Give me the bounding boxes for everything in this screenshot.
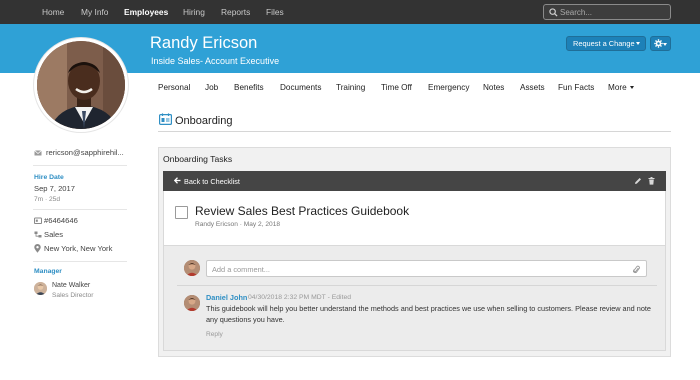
comment-author[interactable]: Daniel John: [206, 293, 247, 302]
comment-input[interactable]: [212, 263, 622, 275]
manager-title: Sales Director: [52, 292, 94, 299]
request-change-button[interactable]: Request a Change: [566, 36, 646, 51]
employee-email[interactable]: rericson@sapphirehil...: [46, 148, 124, 157]
search-input[interactable]: [560, 6, 666, 19]
nav-my-info[interactable]: My Info: [81, 0, 108, 24]
back-to-checklist-link[interactable]: Back to Checklist: [184, 177, 240, 186]
tab-fun-facts[interactable]: Fun Facts: [558, 83, 594, 92]
employee-location: New York, New York: [44, 244, 113, 253]
reply-link[interactable]: Reply: [206, 331, 223, 338]
person-photo: [34, 282, 47, 295]
tab-emergency[interactable]: Emergency: [428, 83, 469, 92]
chevron-down-icon: [636, 42, 640, 45]
employee-name: Randy Ericson: [150, 34, 258, 52]
tab-training[interactable]: Training: [336, 83, 365, 92]
sidebar-divider: [33, 209, 127, 210]
panel-title: Onboarding Tasks: [163, 154, 233, 164]
paperclip-icon[interactable]: [633, 265, 640, 274]
search-box[interactable]: [543, 4, 671, 20]
search-icon: [549, 8, 558, 17]
person-photo: [37, 41, 125, 129]
chevron-down-icon: [663, 43, 667, 46]
nav-reports[interactable]: Reports: [221, 0, 250, 24]
arrow-left-icon[interactable]: [174, 177, 181, 184]
nav-home[interactable]: Home: [42, 0, 64, 24]
tab-job[interactable]: Job: [205, 83, 218, 92]
request-change-label: Request a Change: [573, 39, 635, 48]
task-title: Review Sales Best Practices Guidebook: [195, 204, 410, 218]
task-complete-checkbox[interactable]: [175, 206, 188, 219]
id-badge-icon: [34, 217, 42, 224]
employee-job-title: Inside Sales- Account Executive: [151, 56, 280, 66]
employee-id: #6464646: [44, 216, 78, 225]
comment-field[interactable]: [206, 260, 647, 277]
tab-time-off[interactable]: Time Off: [381, 83, 412, 92]
top-nav: Home My Info Employees Hiring Reports Fi…: [0, 0, 700, 24]
manager-avatar[interactable]: [34, 282, 47, 295]
nav-files[interactable]: Files: [266, 0, 284, 24]
sidebar-divider: [33, 165, 127, 166]
sidebar-divider: [33, 261, 127, 262]
tab-documents[interactable]: Documents: [280, 83, 321, 92]
nav-employees[interactable]: Employees: [124, 0, 168, 24]
tab-assets[interactable]: Assets: [520, 83, 545, 92]
manager-name[interactable]: Nate Walker: [52, 282, 90, 289]
manager-label: Manager: [34, 268, 62, 275]
employee-department: Sales: [44, 230, 63, 239]
pencil-icon[interactable]: [634, 177, 642, 185]
section-title: Onboarding: [175, 115, 233, 127]
employee-avatar: [34, 38, 128, 132]
tab-more[interactable]: More: [608, 83, 634, 92]
tab-more-label: More: [608, 83, 627, 92]
comment-date: 04/30/2018 2:32 PM MDT - Edited: [248, 294, 352, 301]
tenure-value: 7m · 25d: [34, 196, 61, 203]
task-meta: Randy Ericson · May 2, 2018: [195, 221, 281, 228]
hire-date-value: Sep 7, 2017: [34, 184, 75, 193]
onboarding-icon: [159, 113, 172, 125]
hire-date-label: Hire Date: [34, 174, 64, 181]
tab-personal[interactable]: Personal: [158, 83, 190, 92]
gear-icon: [654, 39, 663, 48]
person-photo: [184, 260, 200, 276]
person-photo: [184, 295, 200, 311]
envelope-icon: [34, 150, 42, 156]
comment-body: This guidebook will help you better unde…: [206, 304, 651, 324]
section-divider: [158, 131, 671, 132]
comment-author-avatar[interactable]: [184, 295, 200, 311]
department-icon: [34, 231, 42, 238]
location-pin-icon: [34, 244, 41, 253]
settings-button[interactable]: [650, 36, 671, 51]
task-card: [163, 191, 666, 246]
comment-divider: [177, 285, 657, 286]
tab-notes[interactable]: Notes: [483, 83, 504, 92]
trash-icon[interactable]: [648, 177, 655, 185]
nav-hiring[interactable]: Hiring: [183, 0, 205, 24]
current-user-avatar: [184, 260, 200, 276]
tab-benefits[interactable]: Benefits: [234, 83, 264, 92]
chevron-down-icon: [629, 86, 634, 90]
